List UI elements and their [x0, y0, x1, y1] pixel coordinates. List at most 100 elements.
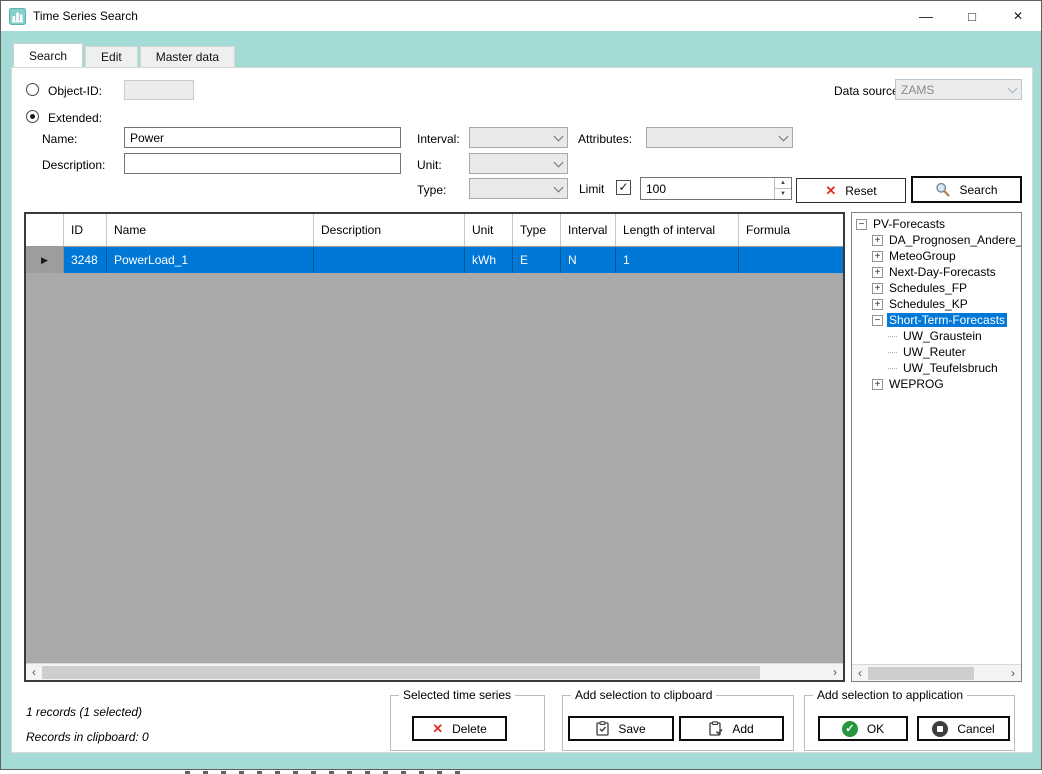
tree-item-label[interactable]: UW_Graustein: [901, 329, 984, 343]
minimize-button[interactable]: —: [903, 1, 949, 31]
grid-header-name[interactable]: Name: [107, 214, 314, 246]
scroll-right-icon[interactable]: ›: [827, 665, 843, 680]
limit-input[interactable]: 100 ▲ ▼: [640, 177, 792, 200]
tree-item-label[interactable]: MeteoGroup: [887, 249, 958, 263]
delete-x-icon: ✕: [432, 721, 443, 737]
collapse-icon[interactable]: −: [856, 219, 867, 230]
save-button[interactable]: Save: [568, 716, 674, 741]
scroll-right-icon[interactable]: ›: [1005, 666, 1021, 681]
maximize-button[interactable]: □: [949, 1, 995, 31]
grid-header-row: ID Name Description Unit Type Interval L…: [26, 214, 843, 247]
tree-item[interactable]: + WEPROG: [852, 376, 1021, 392]
scroll-left-icon[interactable]: ‹: [852, 666, 868, 681]
grid-header-description[interactable]: Description: [314, 214, 465, 246]
close-button[interactable]: ✕: [995, 1, 1041, 31]
cell-unit[interactable]: kWh: [465, 247, 513, 273]
add-button[interactable]: Add: [679, 716, 784, 741]
window-title: Time Series Search: [33, 9, 138, 23]
tree-item-label[interactable]: Next-Day-Forecasts: [887, 265, 998, 279]
tree-item-label[interactable]: WEPROG: [887, 377, 946, 391]
description-label: Description:: [42, 158, 105, 172]
tree-item[interactable]: −Short-Term-Forecasts: [852, 312, 1021, 328]
tree-connector: [888, 352, 897, 353]
description-input[interactable]: [124, 153, 401, 174]
expand-icon[interactable]: +: [872, 379, 883, 390]
tree-item-label[interactable]: Schedules_KP: [887, 297, 970, 311]
chevron-down-icon: [779, 131, 789, 141]
grid-row-selected[interactable]: ▶ 3248 PowerLoad_1 kWh E N 1: [26, 247, 843, 273]
cell-interval[interactable]: N: [561, 247, 616, 273]
grid-horizontal-scrollbar[interactable]: ‹ ›: [26, 663, 843, 680]
grid-header-type[interactable]: Type: [513, 214, 561, 246]
limit-checkbox[interactable]: ✓: [616, 180, 631, 195]
ok-check-icon: ✓: [842, 721, 858, 737]
group-label: Selected time series: [399, 688, 515, 702]
expand-icon[interactable]: +: [872, 251, 883, 262]
spinner: ▲ ▼: [774, 178, 791, 199]
tab-master-data[interactable]: Master data: [140, 46, 235, 67]
expand-icon[interactable]: +: [872, 267, 883, 278]
search-button[interactable]: Search: [911, 176, 1022, 203]
expand-icon[interactable]: +: [872, 235, 883, 246]
add-button-label: Add: [732, 722, 753, 736]
tree-item[interactable]: UW_Teufelsbruch: [852, 360, 1021, 376]
window-controls: — □ ✕: [903, 1, 1041, 31]
ok-button[interactable]: ✓ OK: [818, 716, 908, 741]
cell-type[interactable]: E: [513, 247, 561, 273]
spin-up-icon[interactable]: ▲: [775, 178, 791, 189]
window-frame: Search Edit Master data Object-ID: Exten…: [1, 31, 1041, 769]
tree-item-label[interactable]: Short-Term-Forecasts: [887, 313, 1007, 327]
tree-item[interactable]: + Next-Day-Forecasts: [852, 264, 1021, 280]
cancel-button-label: Cancel: [957, 722, 994, 736]
tree-item[interactable]: UW_Reuter: [852, 344, 1021, 360]
collapse-icon[interactable]: −: [872, 315, 883, 326]
cell-name[interactable]: PowerLoad_1: [107, 247, 314, 273]
tab-search[interactable]: Search: [13, 43, 83, 67]
tree-horizontal-scrollbar[interactable]: ‹ ›: [852, 664, 1021, 681]
tree-item-label[interactable]: Schedules_FP: [887, 281, 969, 295]
grid-header-unit[interactable]: Unit: [465, 214, 513, 246]
scroll-left-icon[interactable]: ‹: [26, 665, 42, 680]
chevron-down-icon: [554, 157, 564, 167]
scrollbar-thumb[interactable]: [868, 667, 974, 680]
tab-edit[interactable]: Edit: [85, 46, 138, 67]
tree-item[interactable]: + Schedules_FP: [852, 280, 1021, 296]
object-id-input: [124, 80, 194, 100]
spin-down-icon[interactable]: ▼: [775, 189, 791, 199]
grid-header-interval[interactable]: Interval: [561, 214, 616, 246]
grid-header-formula[interactable]: Formula: [739, 214, 843, 246]
tree-item-label[interactable]: UW_Teufelsbruch: [901, 361, 1000, 375]
data-source-label: Data source:: [834, 84, 902, 98]
tree-item[interactable]: + DA_Prognosen_Andere_: [852, 232, 1021, 248]
cell-description[interactable]: [314, 247, 465, 273]
expand-icon[interactable]: +: [872, 283, 883, 294]
search-button-label: Search: [959, 183, 997, 197]
chevron-down-icon: [554, 131, 564, 141]
cell-length-of-interval[interactable]: 1: [616, 247, 739, 273]
tree-item-label[interactable]: PV-Forecasts: [871, 217, 947, 231]
search-tab-page: Object-ID: Extended: Name: Power Descrip…: [11, 67, 1033, 753]
cancel-button[interactable]: Cancel: [917, 716, 1010, 741]
records-status: 1 records (1 selected): [26, 705, 142, 719]
extended-radio[interactable]: [26, 110, 39, 123]
tree-item-label[interactable]: UW_Reuter: [901, 345, 968, 359]
tree-item[interactable]: + Schedules_KP: [852, 296, 1021, 312]
tree-item[interactable]: + MeteoGroup: [852, 248, 1021, 264]
tree-view: −PV-Forecasts+DA_Prognosen_Andere_+Meteo…: [851, 212, 1022, 682]
delete-button[interactable]: ✕ Delete: [412, 716, 507, 741]
tree-item[interactable]: −PV-Forecasts: [852, 216, 1021, 232]
name-value: Power: [130, 131, 164, 145]
tree-item-label[interactable]: DA_Prognosen_Andere_: [887, 233, 1021, 247]
cell-formula[interactable]: [739, 247, 843, 273]
grid-header-id[interactable]: ID: [64, 214, 107, 246]
object-id-radio[interactable]: [26, 83, 39, 96]
reset-button[interactable]: ✕ Reset: [796, 178, 906, 203]
ok-button-label: OK: [867, 722, 884, 736]
tree-item[interactable]: UW_Graustein: [852, 328, 1021, 344]
name-input[interactable]: Power: [124, 127, 401, 148]
grid-header-length-of-interval[interactable]: Length of interval: [616, 214, 739, 246]
expand-icon[interactable]: +: [872, 299, 883, 310]
cell-id[interactable]: 3248: [64, 247, 107, 273]
scrollbar-thumb[interactable]: [42, 666, 760, 679]
limit-value: 100: [641, 178, 774, 199]
